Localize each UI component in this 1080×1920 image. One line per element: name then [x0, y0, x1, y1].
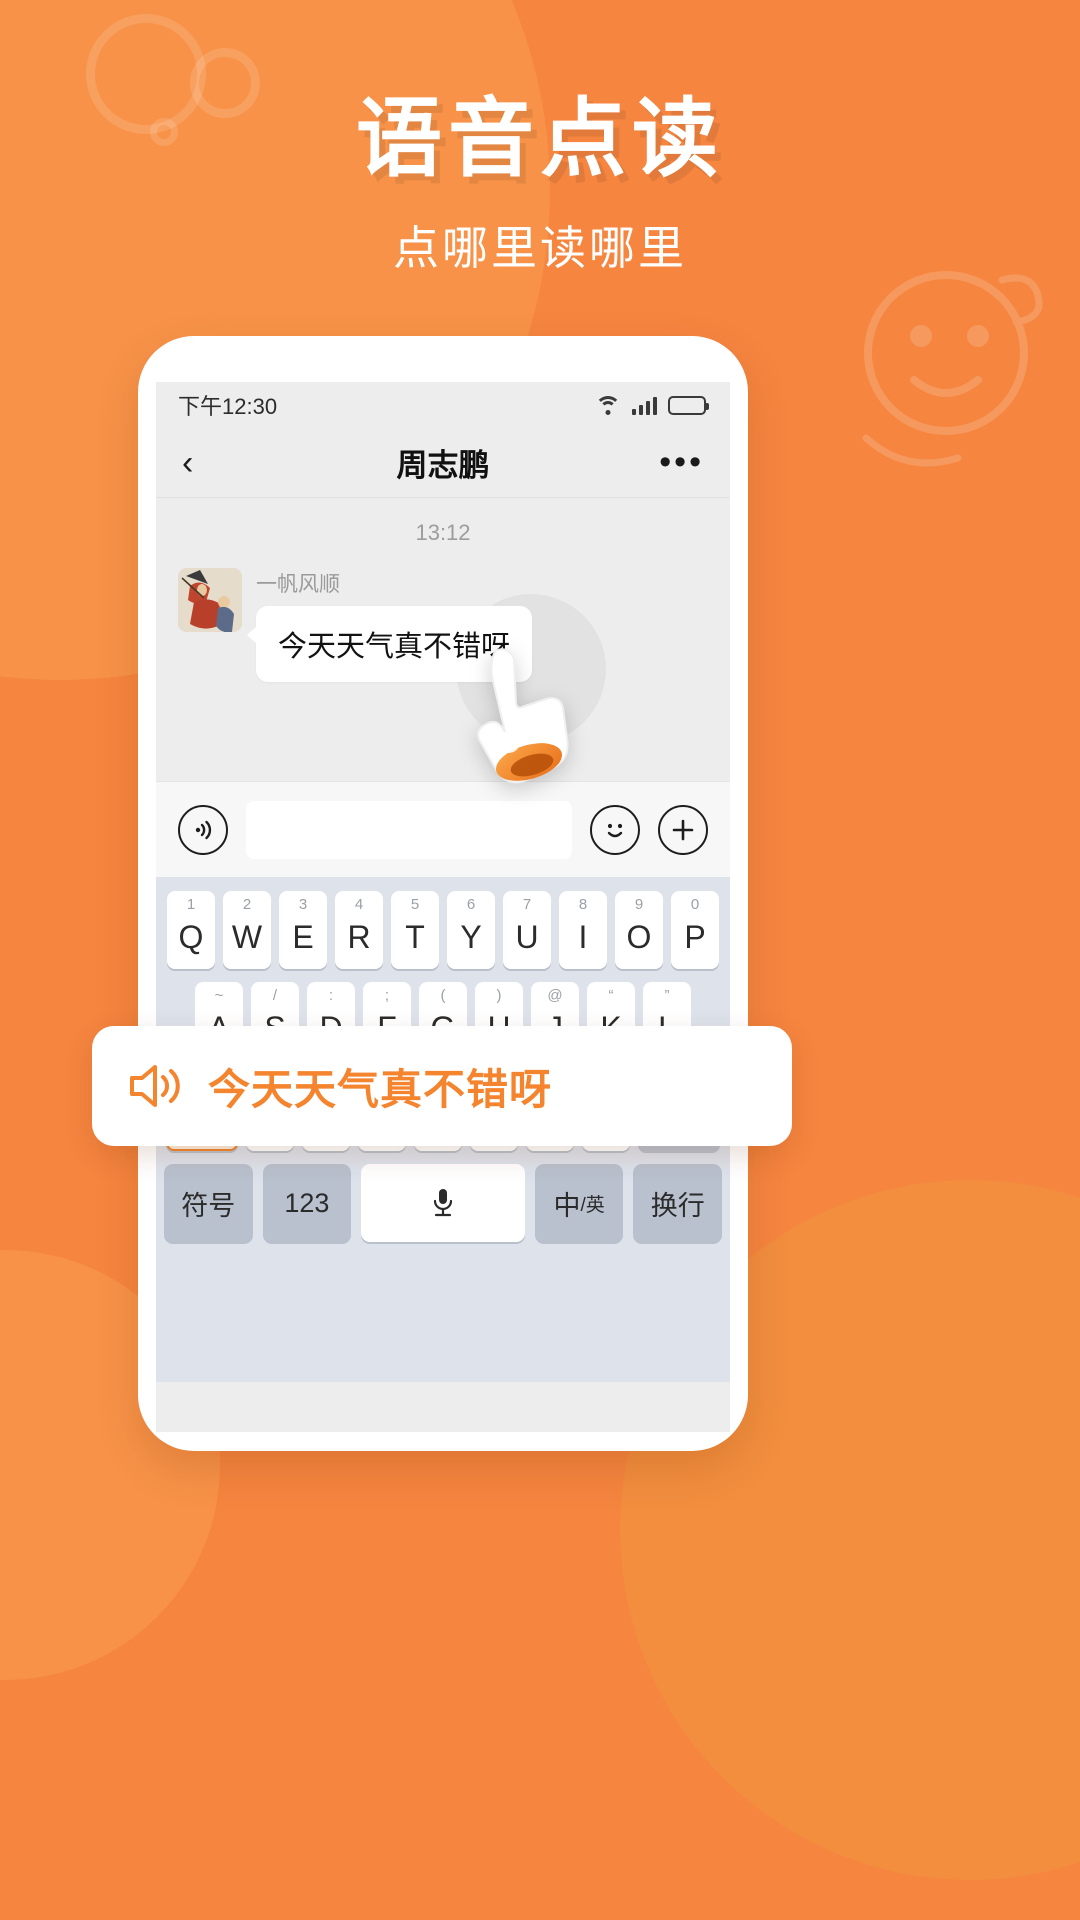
key-superscript: ~ [214, 987, 224, 1004]
key-superscript: ; [384, 987, 390, 1004]
battery-icon [668, 395, 709, 415]
key-y[interactable]: 6Y [447, 891, 495, 969]
language-toggle-key[interactable]: 中/英 [534, 1164, 624, 1242]
key-label: R [347, 918, 371, 955]
key-superscript: ) [496, 987, 502, 1004]
speaker-wave-icon [130, 1065, 180, 1107]
chat-input-bar [156, 781, 730, 877]
phone-mockup: 下午12:30 ‹ 周志鹏 ••• 13:12 一帆风顺 今天天气真不错呀 1 … [138, 336, 748, 1451]
key-superscript: @ [547, 987, 563, 1004]
enter-key[interactable]: 换行 [633, 1164, 722, 1242]
keyboard-row-bottom: 符号 123 中/英 换行 [164, 1164, 722, 1242]
voice-wave-icon[interactable] [178, 804, 228, 855]
key-superscript: 7 [522, 896, 532, 913]
key-t[interactable]: 5T [391, 891, 439, 969]
key-w[interactable]: 2W [223, 891, 271, 969]
key-superscript: ( [440, 987, 446, 1004]
language-sub-label: /英 [580, 1194, 605, 1216]
status-bar: 下午12:30 [156, 382, 730, 428]
key-label: Y [460, 918, 482, 955]
key-label: W [231, 918, 263, 955]
key-superscript: 8 [578, 896, 588, 913]
key-i[interactable]: 8I [559, 891, 607, 969]
symbols-key[interactable]: 符号 [164, 1164, 253, 1242]
key-label: E [292, 918, 314, 955]
bg-doodle-face-icon [862, 271, 1043, 467]
keyboard-row-1: 1Q 2W 3E 4R 5T 6Y 7U 8I 9O 0P [164, 891, 722, 969]
key-superscript: 6 [466, 896, 476, 913]
chat-area: 13:12 一帆风顺 今天天气真不错呀 [156, 498, 730, 781]
message-content: 一帆风顺 今天天气真不错呀 [246, 568, 533, 682]
page-subtitle: 点哪里读哪里 [393, 222, 687, 274]
phone-screen: 下午12:30 ‹ 周志鹏 ••• 13:12 一帆风顺 今天天气真不错呀 1 … [156, 382, 730, 1432]
key-label: T [405, 918, 425, 955]
status-icons [594, 395, 709, 415]
key-label: P [684, 918, 706, 955]
emoji-smiley-icon[interactable] [590, 804, 640, 855]
key-r[interactable]: 4R [335, 891, 383, 969]
key-superscript: 5 [410, 896, 420, 913]
message-row: 一帆风顺 今天天气真不错呀 [156, 568, 730, 682]
key-label: Q [178, 918, 204, 955]
plus-circle-icon[interactable] [658, 804, 708, 855]
message-bubble[interactable]: 今天天气真不错呀 [246, 606, 533, 682]
key-label: O [626, 918, 652, 955]
key-superscript: 9 [634, 896, 644, 913]
message-timestamp: 13:12 [415, 520, 471, 545]
wifi-icon [594, 395, 621, 415]
key-superscript: ” [664, 987, 670, 1004]
avatar[interactable] [178, 568, 242, 632]
tts-callout-text: 今天天气真不错呀 [208, 1065, 553, 1113]
key-u[interactable]: 7U [503, 891, 551, 969]
key-superscript: / [272, 987, 278, 1004]
key-superscript: 4 [354, 896, 364, 913]
key-q[interactable]: 1Q [167, 891, 215, 969]
key-superscript: : [328, 987, 334, 1004]
chat-navbar: ‹ 周志鹏 ••• [156, 428, 730, 498]
microphone-icon[interactable] [361, 1164, 525, 1242]
page-title: 语音点读 [356, 91, 724, 187]
key-o[interactable]: 9O [615, 891, 663, 969]
language-main-label: 中 [553, 1190, 581, 1221]
key-superscript: 2 [242, 896, 252, 913]
key-e[interactable]: 3E [279, 891, 327, 969]
key-superscript: 1 [186, 896, 196, 913]
message-sender-name: 一帆风顺 [256, 573, 340, 596]
key-p[interactable]: 0P [671, 891, 719, 969]
message-input[interactable] [246, 800, 572, 859]
key-superscript: 0 [690, 896, 700, 913]
key-superscript: “ [608, 987, 614, 1004]
status-time: 下午12:30 [178, 394, 278, 419]
signal-icon [631, 396, 657, 415]
chat-title: 周志鹏 [396, 448, 490, 483]
key-label: U [515, 918, 539, 955]
tts-callout-banner: 今天天气真不错呀 [92, 1026, 792, 1146]
key-label: I [578, 918, 588, 955]
numbers-key[interactable]: 123 [262, 1164, 352, 1242]
key-superscript: 3 [298, 896, 308, 913]
